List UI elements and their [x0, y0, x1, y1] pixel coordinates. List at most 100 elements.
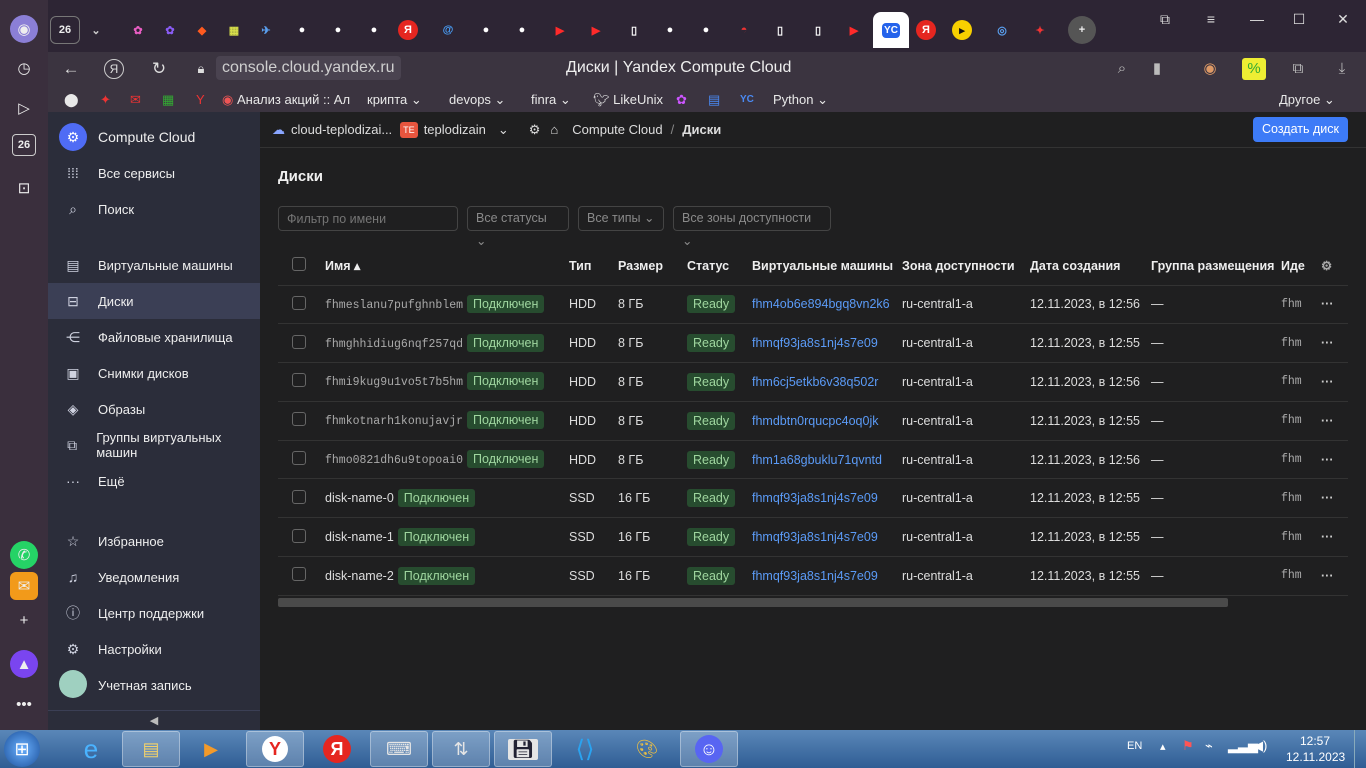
vm-link[interactable]: fhm1a68gbuklu71qvntd	[752, 440, 902, 480]
bookmark-folder-finra[interactable]: finra ⌄	[531, 90, 571, 110]
file-transfer-icon[interactable]: ⇅	[432, 731, 490, 767]
tab-icon[interactable]: ◓	[730, 16, 758, 44]
column-id[interactable]: Иде	[1281, 247, 1321, 286]
github-icon[interactable]: ●	[692, 16, 720, 44]
row-actions-icon[interactable]: ···	[1321, 401, 1348, 441]
row-checkbox[interactable]	[292, 373, 306, 388]
row-checkbox[interactable]	[292, 295, 306, 310]
clock-time[interactable]: 12:57	[1300, 734, 1330, 748]
history-icon[interactable]: ◷	[10, 54, 38, 82]
disk-name[interactable]: disk-name-0	[325, 491, 394, 505]
vscode-icon[interactable]: ⟨⟩	[556, 731, 614, 767]
docs-icon[interactable]: ▤	[708, 90, 720, 110]
table-row[interactable]: fhmi9kug9u1vo5t7b5hm Подключен HDD 8 ГБ Read…	[278, 362, 1348, 402]
disk-name[interactable]: disk-name-2	[325, 569, 394, 583]
bookmark-folder-crypto[interactable]: крипта ⌄	[367, 90, 422, 110]
sidebar-item-support[interactable]: ⓘ Центр поддержки	[48, 595, 260, 631]
tab-icon[interactable]: ◎	[988, 16, 1016, 44]
select-all-checkbox[interactable]	[292, 257, 306, 272]
row-checkbox[interactable]	[292, 489, 306, 504]
type-filter-select[interactable]: Все типы ⌄	[578, 206, 664, 231]
power-icon[interactable]: ⌁	[1205, 738, 1213, 754]
tab-icon[interactable]: ✿	[156, 16, 184, 44]
github-icon[interactable]: ●	[360, 16, 388, 44]
sidebar-item-instance-groups[interactable]: ⧉ Группы виртуальных машин	[48, 427, 260, 463]
column-placement-group[interactable]: Группа размещения	[1151, 247, 1281, 286]
document-icon[interactable]: ▯	[766, 16, 794, 44]
disk-name-cell[interactable]: disk-name-0 Подключен	[325, 478, 569, 519]
flag-icon[interactable]: ⚑	[1182, 738, 1194, 754]
row-checkbox[interactable]	[292, 528, 306, 543]
row-actions-icon[interactable]: ···	[1321, 556, 1348, 596]
discount-icon[interactable]: %	[1242, 58, 1266, 80]
tab-icon[interactable]: @	[434, 16, 462, 44]
disk-name[interactable]: disk-name-1	[325, 530, 394, 544]
github-icon[interactable]: ●	[324, 16, 352, 44]
tab-icon[interactable]: ◆	[188, 16, 216, 44]
sidebar-item-notifications[interactable]: ♫ Уведомления	[48, 559, 260, 595]
github-icon[interactable]: ●	[288, 16, 316, 44]
tab-counter[interactable]: 26	[50, 16, 80, 44]
yandex-icon[interactable]: Я	[916, 20, 936, 40]
tab-icon[interactable]: ✿	[124, 16, 152, 44]
extension-icon[interactable]: ◉	[1198, 58, 1222, 80]
bookmark-stocks[interactable]: ◉ Анализ акций :: Ал	[222, 90, 350, 110]
alice-icon[interactable]: ◉	[10, 15, 38, 43]
youtube-icon[interactable]: ▶	[582, 16, 610, 44]
disk-name[interactable]: fhmeslanu7pufghnblem	[325, 299, 463, 312]
vm-link[interactable]: fhmdbtn0rqucpc4oq0jk	[752, 401, 902, 441]
vm-link[interactable]: fhm4ob6e894bgq8vn2k6	[752, 285, 902, 325]
column-created[interactable]: Дата создания	[1030, 247, 1151, 286]
add-panel-icon[interactable]: +	[10, 606, 38, 634]
disk-name-cell[interactable]: fhmkotnarh1konujavjr Подключен	[325, 401, 569, 441]
bookmark-icon[interactable]: ✦	[100, 90, 111, 110]
sidebar-item-disks[interactable]: ⊟ Диски	[48, 283, 260, 319]
bookmark-icon[interactable]: ▮	[1145, 58, 1169, 80]
bookmark-likeunix[interactable]: 🐦︎ LikeUnix	[593, 90, 663, 110]
sidebar-item-images[interactable]: ◈ Образы	[48, 391, 260, 427]
row-checkbox[interactable]	[292, 412, 306, 427]
disk-name[interactable]: fhmghhidiug6nqf257qd	[325, 338, 463, 351]
row-actions-icon[interactable]: ···	[1321, 323, 1348, 364]
start-button[interactable]: ⊞	[4, 731, 40, 767]
all-services-item[interactable]: ⁞⁞⁞ Все сервисы	[48, 155, 260, 191]
row-actions-icon[interactable]: ···	[1321, 285, 1348, 325]
discord-icon[interactable]: ☺	[680, 731, 738, 767]
column-name[interactable]: Имя ▴	[325, 247, 569, 286]
disk-name-cell[interactable]: fhmi9kug9u1vo5t7b5hm Подключен	[325, 362, 569, 402]
clock-date[interactable]: 12.11.2023	[1286, 750, 1345, 764]
row-checkbox[interactable]	[292, 451, 306, 466]
github-icon[interactable]: ●	[508, 16, 536, 44]
row-actions-icon[interactable]: ···	[1321, 478, 1348, 519]
vm-link[interactable]: fhm6cj5etkb6v38q502r	[752, 362, 902, 402]
create-disk-button[interactable]: Создать диск	[1253, 117, 1348, 142]
vm-link[interactable]: fhmqf93ja8s1nj4s7e09	[752, 323, 902, 364]
column-status[interactable]: Статус	[687, 247, 752, 286]
services-icon[interactable]: ⚙	[529, 122, 541, 138]
disk-name-cell[interactable]: fhmeslanu7pufghnblem Подключен	[325, 285, 569, 325]
reload-icon[interactable]: ↻	[146, 58, 172, 80]
active-tab[interactable]: YC	[873, 12, 909, 48]
yandex-home-icon[interactable]: Я	[104, 59, 124, 79]
bookmark-icon[interactable]: ✿	[676, 90, 687, 110]
gmail-icon[interactable]: ✉	[130, 90, 141, 110]
chevron-down-icon[interactable]: ⌄	[498, 122, 509, 138]
table-row[interactable]: fhmkotnarh1konujavjr Подключен HDD 8 ГБ Read…	[278, 401, 1348, 441]
vm-link[interactable]: fhmqf93ja8s1nj4s7e09	[752, 517, 902, 558]
vm-link[interactable]: fhmqf93ja8s1nj4s7e09	[752, 478, 902, 519]
breadcrumb-cloud[interactable]: cloud-teplodizai...	[291, 122, 392, 137]
media-player-icon[interactable]: ▶	[182, 731, 240, 767]
lock-icon[interactable]: 🔒︎	[188, 58, 214, 80]
row-actions-icon[interactable]: ···	[1321, 440, 1348, 480]
horizontal-scrollbar[interactable]	[278, 598, 1228, 607]
disk-name-cell[interactable]: fhmghhidiug6nqf257qd Подключен	[325, 323, 569, 364]
disk-name-cell[interactable]: disk-name-1 Подключен	[325, 517, 569, 558]
document-icon[interactable]: ▯	[620, 16, 648, 44]
disk-name[interactable]: fhmi9kug9u1vo5t7b5hm	[325, 376, 463, 389]
table-row[interactable]: fhmo0821dh6u9topoai0 Подключен HDD 8 ГБ Read…	[278, 440, 1348, 480]
sidebar-item-account[interactable]: Учетная запись	[48, 667, 260, 703]
youtube-icon[interactable]: ▶	[546, 16, 574, 44]
volume-icon[interactable]: ◀)	[1253, 738, 1267, 754]
table-row[interactable]: disk-name-2 Подключен SSD 16 ГБ Ready fhmqf93…	[278, 556, 1348, 596]
breadcrumb-folder[interactable]: teplodizain	[424, 122, 486, 137]
